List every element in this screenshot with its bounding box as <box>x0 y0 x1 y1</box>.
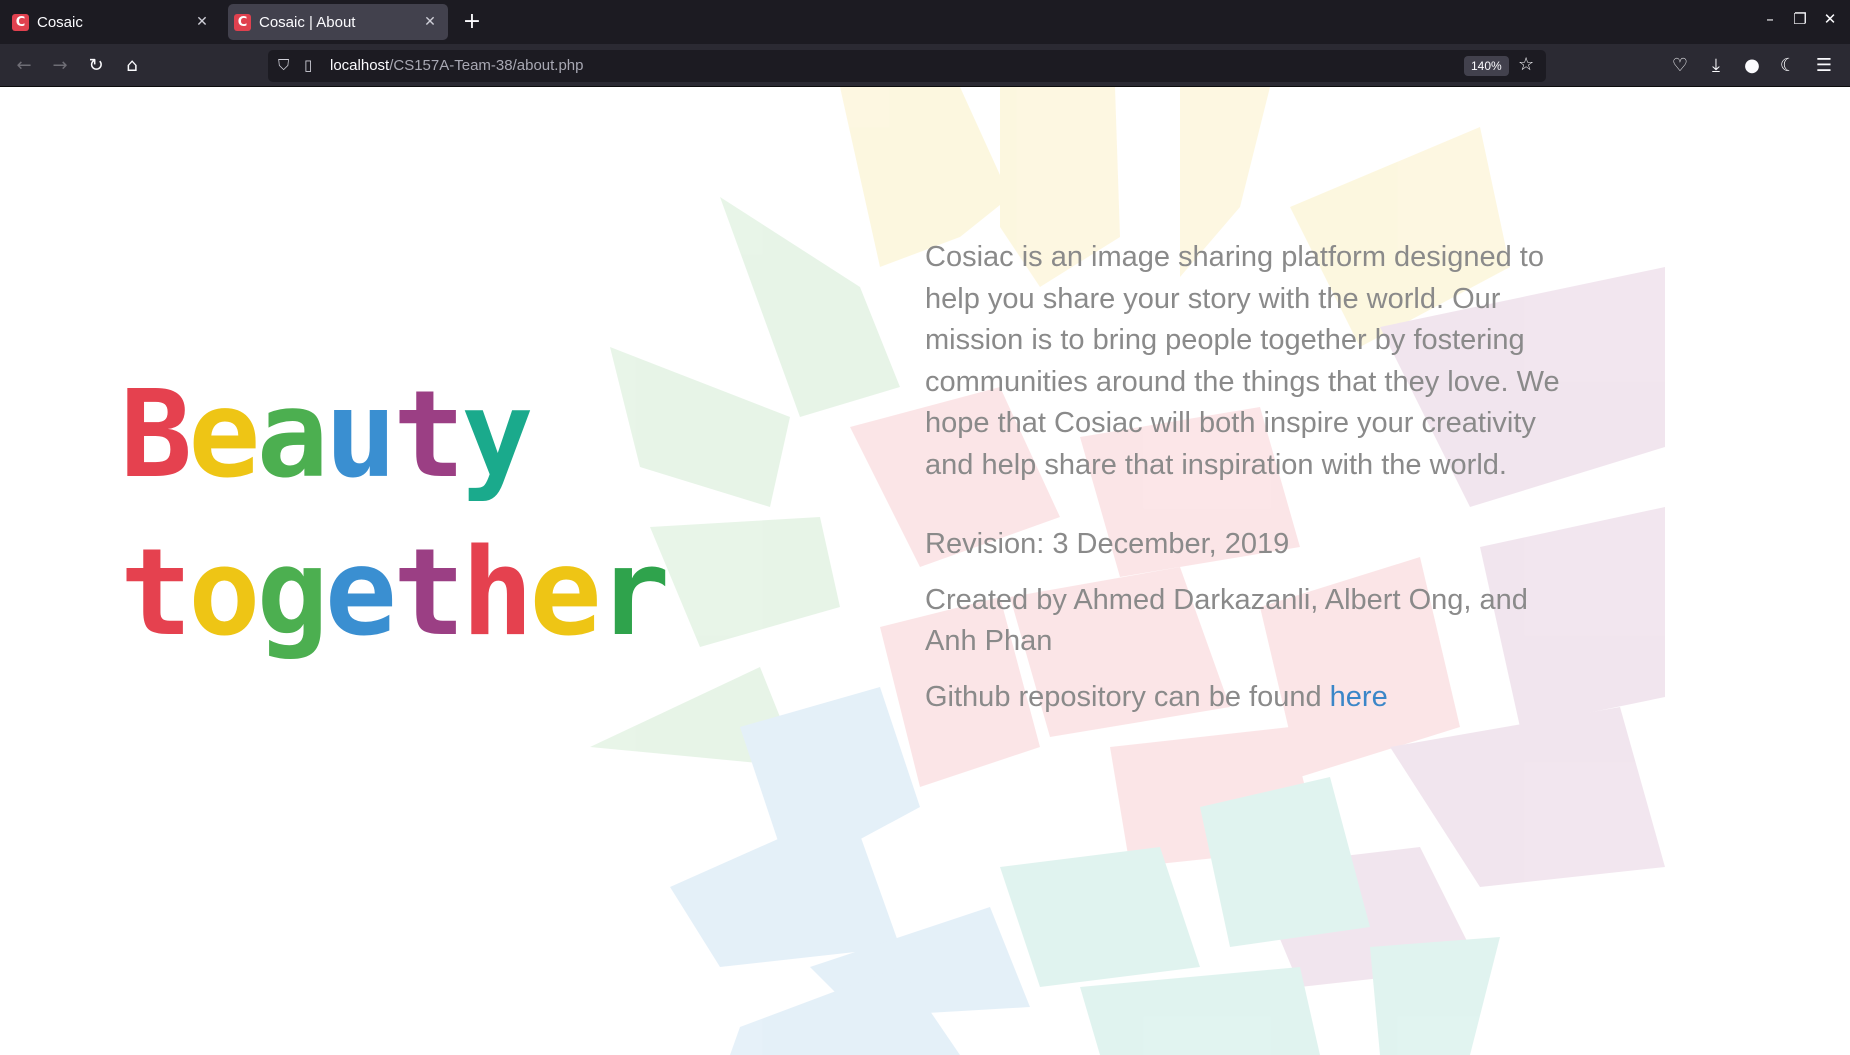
beauty-letter-2: a <box>256 366 329 505</box>
back-arrow-icon[interactable]: ← <box>10 52 38 80</box>
together-letter-0: t <box>120 524 192 664</box>
beauty-letter-0: B <box>120 366 192 505</box>
together-letter-2: g <box>256 524 329 664</box>
cosaic-favicon-icon: C <box>234 13 251 31</box>
zoom-level-badge[interactable]: 140% <box>1464 56 1509 76</box>
shield-icon[interactable]: ⛉ <box>278 56 289 74</box>
extension-icon[interactable]: ☾ <box>1774 52 1802 80</box>
tab-strip: C Cosaic ✕ C Cosaic | About ✕ + – ❐ ✕ <box>0 0 1850 44</box>
about-section: Cosiac is an image sharing platform desi… <box>925 237 1565 732</box>
hero-line-beauty: Beauty <box>120 357 820 515</box>
github-line: Github repository can be found here <box>925 677 1565 719</box>
minimize-icon[interactable]: – <box>1758 10 1782 28</box>
close-tab-icon[interactable]: ✕ <box>418 14 442 30</box>
tab-title: Cosaic | About <box>259 13 356 31</box>
github-text: Github repository can be found <box>925 680 1322 713</box>
url-path: /CS157A-Team-38/about.php <box>389 57 584 74</box>
bookmark-star-icon[interactable]: ☆ <box>1518 54 1534 75</box>
github-link[interactable]: here <box>1330 681 1388 713</box>
hero-line-together: together <box>120 515 820 673</box>
close-window-icon[interactable]: ✕ <box>1818 10 1842 28</box>
page-content: Beauty together Cosiac is an image shari… <box>0 87 1850 1055</box>
tab-title: Cosaic <box>37 13 83 31</box>
revision-text: Revision: 3 December, 2019 <box>925 528 1290 560</box>
account-icon[interactable]: ● <box>1738 52 1766 80</box>
beauty-letter-5: y <box>461 366 533 505</box>
together-letter-5: h <box>461 524 533 664</box>
together-letter-3: e <box>324 524 397 664</box>
download-icon[interactable]: ⤓ <box>1702 52 1730 80</box>
together-letter-4: t <box>393 524 465 664</box>
tab-cosaic[interactable]: C Cosaic ✕ <box>6 4 220 40</box>
url-text[interactable]: localhost/CS157A-Team-38/about.php <box>330 57 584 74</box>
pocket-icon[interactable]: ♡ <box>1666 52 1694 80</box>
home-icon[interactable]: ⌂ <box>118 52 146 80</box>
cosaic-favicon-icon: C <box>12 13 29 31</box>
about-description: Cosiac is an image sharing platform desi… <box>925 241 1560 481</box>
beauty-letter-1: e <box>188 366 260 505</box>
close-tab-icon[interactable]: ✕ <box>190 14 214 30</box>
restore-icon[interactable]: ❐ <box>1788 10 1812 28</box>
menu-icon[interactable]: ☰ <box>1810 52 1838 80</box>
new-tab-plus-icon[interactable]: + <box>458 8 486 36</box>
together-letter-7: r <box>597 524 670 664</box>
created-by-text: Created by Ahmed Darkazanli, Albert Ong,… <box>925 583 1528 658</box>
together-letter-1: o <box>188 524 260 664</box>
forward-arrow-icon[interactable]: → <box>46 52 74 80</box>
together-letter-6: e <box>529 524 602 664</box>
tab-cosaic-about[interactable]: C Cosaic | About ✕ <box>228 4 448 40</box>
navigation-toolbar: ← → ↻ ⌂ ⛉ ▯ localhost/CS157A-Team-38/abo… <box>0 44 1850 87</box>
page-icon: ▯ <box>304 56 313 74</box>
beauty-letter-3: u <box>324 366 397 505</box>
hero-title: Beauty together <box>120 357 820 674</box>
reload-icon[interactable]: ↻ <box>82 52 110 80</box>
address-bar[interactable]: ⛉ ▯ localhost/CS157A-Team-38/about.php 1… <box>268 50 1546 82</box>
beauty-letter-4: t <box>393 366 465 505</box>
url-host: localhost <box>330 57 390 74</box>
